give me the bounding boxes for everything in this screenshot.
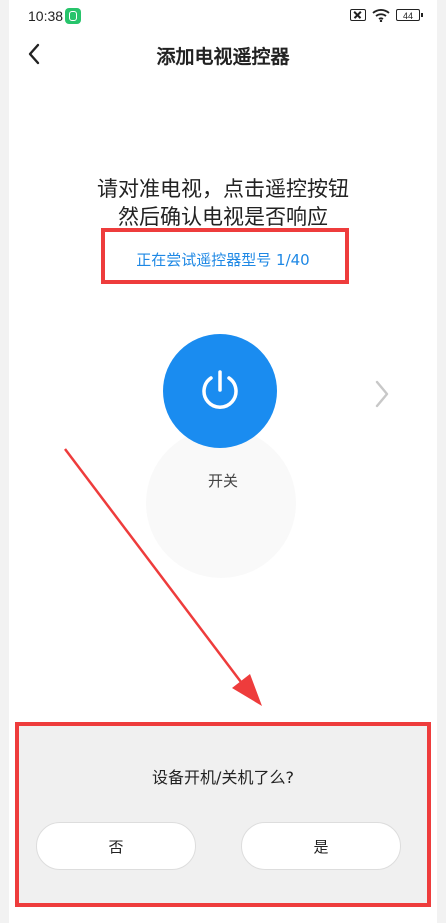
no-sim-icon xyxy=(350,9,366,21)
wifi-icon xyxy=(372,9,390,22)
status-bar: 10:38 44 xyxy=(0,0,446,34)
power-icon xyxy=(202,370,238,409)
background-watermark xyxy=(146,428,296,578)
instruction-line-2: 然后确认电视是否响应 xyxy=(118,205,328,229)
confirm-dialog: 设备开机/关机了么? 否 是 xyxy=(15,722,431,907)
next-button[interactable] xyxy=(370,376,394,412)
header: 添加电视遥控器 xyxy=(0,34,446,74)
instruction-line-1: 请对准电视，点击遥控按钮 xyxy=(97,177,349,201)
app-notification-icon xyxy=(65,8,81,24)
yes-button[interactable]: 是 xyxy=(241,822,401,870)
status-icons: 44 xyxy=(350,8,423,22)
chevron-right-icon xyxy=(375,380,389,408)
page-title: 添加电视遥控器 xyxy=(156,46,290,68)
dialog-question: 设备开机/关机了么? xyxy=(152,768,294,787)
battery-icon: 44 xyxy=(396,9,423,21)
model-progress-text: 正在尝试遥控器型号 1/40 xyxy=(136,251,310,269)
power-button[interactable] xyxy=(163,334,277,448)
power-button-label: 开关 xyxy=(207,472,238,490)
no-button[interactable]: 否 xyxy=(36,822,196,870)
screen: 10:38 44 添加电视遥控器 请对准电视，点击遥控按钮 然后确认电视是否响应… xyxy=(0,0,446,923)
status-time: 10:38 xyxy=(28,8,64,24)
